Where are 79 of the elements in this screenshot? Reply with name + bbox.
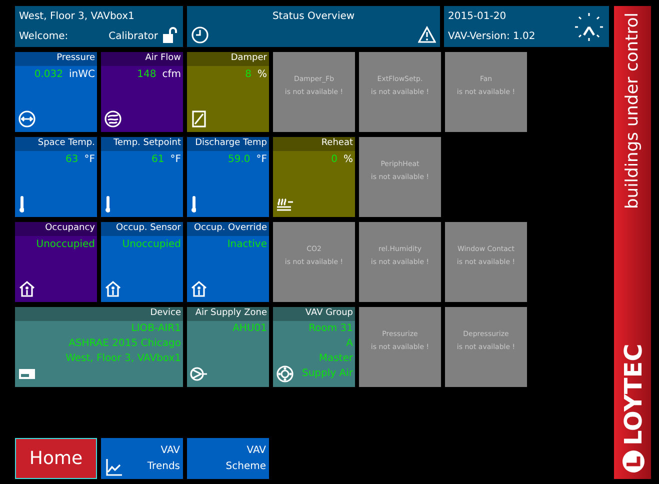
tile-line: AHU01 [232,322,267,336]
logo-icon [620,449,644,473]
tile-line: A [346,337,353,351]
user-name: Calibrator [108,30,158,44]
tile-unit: °F [170,153,181,167]
home-button[interactable]: Home [15,438,97,479]
thermometer-icon [104,196,110,213]
thermometer-icon [18,196,24,213]
data-tile[interactable]: Occup. Override Inactive [187,222,269,302]
location-text: West, Floor 3, VAVbox1 [19,10,136,24]
tile-title: Device [150,307,181,320]
tile-title: Damper [230,52,267,66]
house-icon [104,280,122,298]
tile-value: Inactive [227,238,267,252]
tile-line: Supply Air [302,367,353,381]
tile-unit: % [257,68,267,82]
warning-icon [418,26,436,44]
tile-value: 0 [331,153,338,167]
tile-title: Air Flow [145,52,181,66]
trends-button[interactable]: VAV Trends [101,438,183,479]
version-text: VAV-Version: 1.02 [448,30,536,44]
tile-unit: cfm [162,68,181,82]
tile-value: 0.032 [34,68,63,82]
tile-value: 8 [245,68,252,82]
thermometer-icon [190,196,196,213]
data-tile[interactable]: Air Flow 148 cfm [101,52,183,132]
data-tile[interactable]: Reheat 0 % [273,137,355,217]
timer-icon [191,26,209,44]
tile-line: Master [318,352,353,366]
tile-title: Reheat [321,137,353,150]
data-tile[interactable]: Pressure 0.032 inWC [15,52,97,132]
tile-value: 59.0 [228,153,250,167]
data-tile[interactable]: Occupancy Unoccupied [15,222,97,302]
welcome-label: Welcome: [19,30,68,44]
tile-value: Unoccupied [36,238,95,252]
data-tile[interactable]: Air Supply Zone AHU01 [187,307,269,387]
data-tile[interactable]: Discharge Temp 59.0 °F [187,137,269,217]
tile-title: Occupancy [45,222,95,236]
tile-value: 63 [66,153,78,167]
status-title: Status Overview [272,10,355,24]
tile-title: Space Temp. [38,137,95,150]
tile-title: VAV Group [305,307,353,320]
brand-name: LOYTEC [620,343,644,445]
tile-title: Occup. Sensor [116,222,181,236]
tile-unit: °F [84,153,95,167]
tile-value: 148 [137,68,156,82]
tile-value: Unoccupied [122,238,181,252]
ring-icon [276,365,294,383]
unlock-icon [161,26,179,44]
tile-line: West, Floor 3, VAVbox1 [66,352,181,366]
data-tile[interactable]: Damper 8 % [187,52,269,132]
date-text: 2015-01-20 [448,10,508,24]
tile-line: ASHRAE 2015 Chicago [68,337,181,351]
house-icon [190,280,208,298]
house-icon [18,280,36,298]
chart-icon [105,458,123,476]
swirl-icon [104,110,122,128]
tile-title: Air Supply Zone [195,307,267,320]
tile-value: 61 [152,153,164,167]
data-tile[interactable]: Device LIOB-AIR1 ASHRAE 2015 Chicago West, Floor 3, VAVbox1 [15,307,183,387]
tile-unit: % [343,153,353,167]
scheme-button[interactable]: VAV Scheme [187,438,269,479]
slogan: buildings under control [624,12,641,208]
data-tile[interactable]: Occup. Sensor Unoccupied [101,222,183,302]
tile-line: Room 31 [308,322,353,336]
data-tile[interactable]: Temp. Setpoint 61 °F [101,137,183,217]
tile-title: Pressure [56,52,95,66]
fan-icon [190,365,208,383]
data-tile[interactable]: VAV Group Room 31 A Master Supply Air [273,307,355,387]
damper-icon [190,110,208,128]
gauge-icon [18,110,36,128]
tile-unit: °F [256,153,267,167]
tile-title: Occup. Override [194,222,267,236]
tile-title: Temp. Setpoint [114,137,181,150]
tile-line: LIOB-AIR1 [131,322,181,336]
clock-icon [573,10,605,42]
data-tile[interactable]: Space Temp. 63 °F [15,137,97,217]
tile-unit: inWC [69,68,95,82]
tile-title: Discharge Temp [195,137,267,150]
